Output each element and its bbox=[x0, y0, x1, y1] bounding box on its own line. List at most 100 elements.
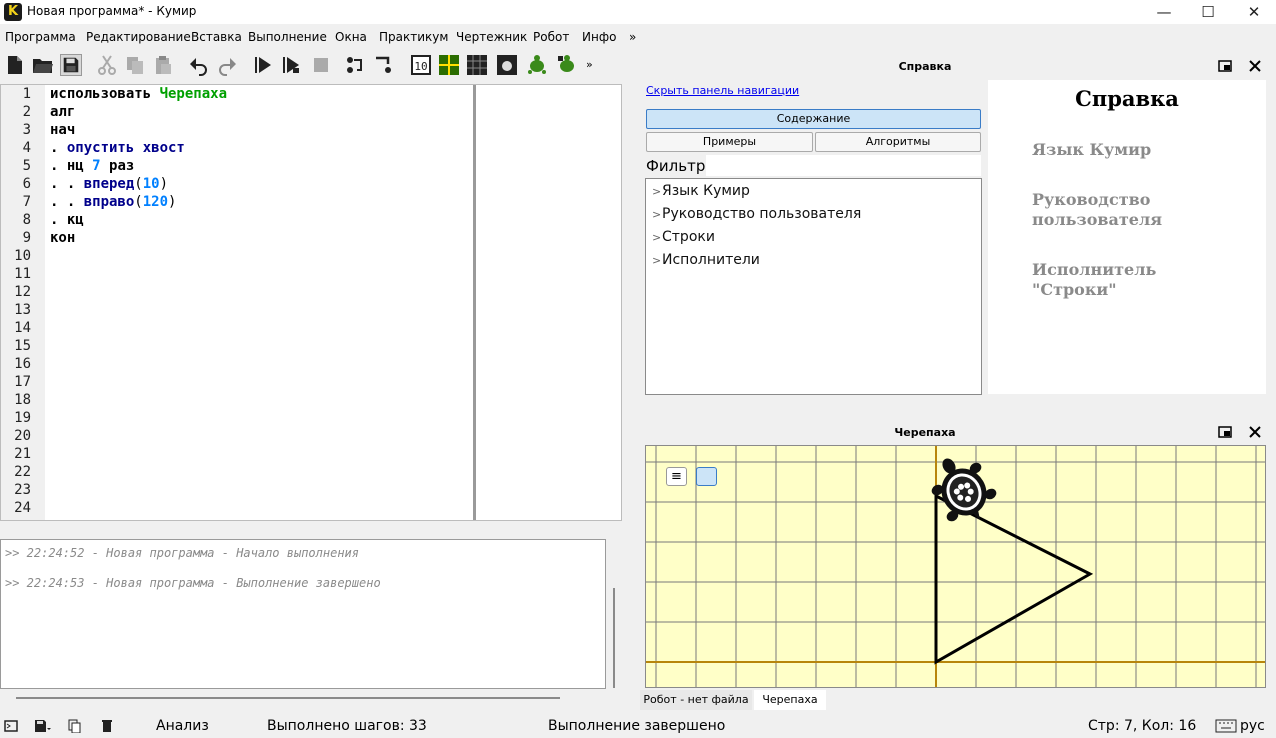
menu-edit[interactable]: Редактирование bbox=[86, 30, 191, 44]
robot-remote-icon[interactable] bbox=[496, 54, 518, 76]
chevron-right-icon[interactable]: > bbox=[652, 208, 662, 221]
undo-icon[interactable] bbox=[188, 54, 210, 76]
code-line[interactable]: . кц bbox=[50, 212, 84, 228]
float-panel-icon[interactable] bbox=[1218, 425, 1232, 439]
menu-overflow[interactable]: » bbox=[629, 30, 636, 44]
toolbar-overflow[interactable]: » bbox=[586, 58, 593, 71]
code-token: нач bbox=[50, 122, 76, 138]
help-content-page: Справка Язык Кумир Руководство пользоват… bbox=[988, 80, 1266, 394]
menu-info[interactable]: Инфо bbox=[582, 30, 616, 44]
tree-item-strings[interactable]: >Строки bbox=[652, 229, 715, 245]
copy-icon[interactable] bbox=[124, 54, 146, 76]
line-number: 2 bbox=[22, 104, 31, 120]
run-icon[interactable] bbox=[252, 54, 274, 76]
tab-turtle[interactable]: Черепаха bbox=[754, 690, 826, 710]
console-vertical-scrollbar[interactable] bbox=[613, 588, 615, 688]
menu-windows[interactable]: Окна bbox=[335, 30, 367, 44]
turtle-icon[interactable] bbox=[526, 54, 548, 76]
turtle-drawing bbox=[646, 446, 1265, 687]
redo-icon[interactable] bbox=[216, 54, 238, 76]
code-editor[interactable]: 1 2 3 4 5 6 7 8 9 10 11 12 13 14 15 16 17 18 19 20 21 22 23 24 … bbox=[0, 84, 622, 521]
code-token: 120 bbox=[142, 194, 169, 210]
help-link-language[interactable]: Язык Кумир bbox=[1032, 140, 1151, 160]
terminal-icon[interactable] bbox=[4, 719, 18, 733]
filter-input[interactable] bbox=[706, 155, 981, 176]
code-line[interactable]: нач bbox=[50, 122, 75, 138]
toggle-view-button[interactable] bbox=[696, 467, 717, 486]
tree-item-language[interactable]: >Язык Кумир bbox=[652, 183, 750, 199]
help-link-strings-performer[interactable]: Исполнитель "Строки" bbox=[1032, 260, 1156, 300]
code-line[interactable]: кон bbox=[50, 230, 75, 246]
line-number: 13 bbox=[14, 302, 31, 318]
toolbar: 10 » bbox=[0, 50, 635, 80]
draftsman-grid-icon[interactable] bbox=[438, 54, 460, 76]
line-number: 9 bbox=[22, 230, 31, 246]
code-line[interactable]: . . вправо(120) bbox=[50, 194, 176, 210]
line-number: 8 bbox=[22, 212, 31, 228]
code-line[interactable]: . опустить хвост bbox=[50, 140, 185, 156]
help-link-user-guide[interactable]: Руководство пользователя bbox=[1032, 190, 1162, 230]
chevron-right-icon[interactable]: > bbox=[652, 231, 662, 244]
tree-item-user-guide[interactable]: >Руководство пользователя bbox=[652, 206, 861, 222]
clear-output-icon[interactable] bbox=[100, 719, 114, 733]
menu-insert[interactable]: Вставка bbox=[191, 30, 242, 44]
menu-draftsman[interactable]: Чертежник bbox=[456, 30, 527, 44]
chevron-right-icon[interactable]: > bbox=[652, 254, 662, 267]
algorithms-button[interactable]: Алгоритмы bbox=[815, 132, 981, 152]
close-panel-icon[interactable] bbox=[1248, 425, 1262, 439]
code-token: . кц bbox=[50, 212, 84, 228]
window-title: Новая программа* - Кумир bbox=[27, 4, 197, 18]
new-file-icon[interactable] bbox=[4, 54, 26, 76]
paste-icon[interactable] bbox=[152, 54, 174, 76]
code-line[interactable]: алг bbox=[50, 104, 75, 120]
tree-item-performers[interactable]: >Исполнители bbox=[652, 252, 760, 268]
close-panel-icon[interactable] bbox=[1248, 59, 1262, 73]
line-number: 6 bbox=[22, 176, 31, 192]
line-number: 17 bbox=[14, 374, 31, 390]
tab-robot[interactable]: Робот - нет файла bbox=[640, 690, 752, 710]
close-window-button[interactable]: ✕ bbox=[1234, 2, 1274, 22]
keyboard-icon[interactable] bbox=[1215, 719, 1237, 733]
examples-button[interactable]: Примеры bbox=[646, 132, 813, 152]
step-over-icon[interactable] bbox=[344, 54, 366, 76]
save-icon[interactable] bbox=[60, 54, 82, 76]
help-page-title: Справка bbox=[1075, 86, 1179, 111]
title-bar: K Новая программа* - Кумир — ☐ ✕ bbox=[0, 0, 1276, 24]
cut-icon[interactable] bbox=[96, 54, 118, 76]
step-into-icon[interactable] bbox=[372, 54, 394, 76]
status-bar: Анализ Выполнено шагов: 33 Выполнение за… bbox=[0, 716, 1276, 738]
line-number: 1 bbox=[22, 86, 31, 102]
code-token: ) bbox=[168, 194, 177, 210]
float-panel-icon[interactable] bbox=[1218, 59, 1232, 73]
editor-margin-separator[interactable] bbox=[473, 85, 476, 520]
menu-robot[interactable]: Робот bbox=[533, 30, 569, 44]
copy-output-icon[interactable] bbox=[68, 719, 86, 733]
turtle-settings-icon[interactable] bbox=[556, 54, 578, 76]
contents-button[interactable]: Содержание bbox=[646, 109, 981, 129]
code-token: 7 bbox=[92, 158, 101, 174]
code-line[interactable]: использовать Черепаха bbox=[50, 86, 227, 102]
save-output-icon[interactable] bbox=[34, 719, 52, 733]
code-line[interactable]: . . вперед(10) bbox=[50, 176, 168, 192]
menu-icon[interactable]: ≡ bbox=[666, 467, 687, 486]
robot-field-icon[interactable] bbox=[466, 54, 488, 76]
variables-icon[interactable]: 10 bbox=[410, 54, 432, 76]
console-horizontal-scrollbar[interactable] bbox=[16, 697, 560, 699]
status-language[interactable]: рус bbox=[1240, 718, 1265, 734]
code-line[interactable]: . нц 7 раз bbox=[50, 158, 134, 174]
stop-icon[interactable] bbox=[310, 54, 332, 76]
turtle-path bbox=[934, 493, 1094, 665]
output-console[interactable]: >> 22:24:52 - Новая программа - Начало в… bbox=[0, 539, 606, 689]
menu-run[interactable]: Выполнение bbox=[248, 30, 327, 44]
chevron-right-icon[interactable]: > bbox=[652, 185, 662, 198]
code-token: 10 bbox=[142, 176, 160, 192]
menu-practicum[interactable]: Практикум bbox=[379, 30, 448, 44]
open-folder-icon[interactable] bbox=[32, 54, 54, 76]
menu-program[interactable]: Программа bbox=[5, 30, 76, 44]
minimize-button[interactable]: — bbox=[1144, 2, 1184, 22]
hide-navigation-link[interactable]: Скрыть панель навигации bbox=[646, 84, 799, 97]
maximize-button[interactable]: ☐ bbox=[1188, 2, 1228, 22]
status-steps: Выполнено шагов: 33 bbox=[267, 718, 427, 734]
turtle-canvas[interactable]: ≡ bbox=[645, 445, 1266, 688]
run-step-icon[interactable] bbox=[280, 54, 302, 76]
